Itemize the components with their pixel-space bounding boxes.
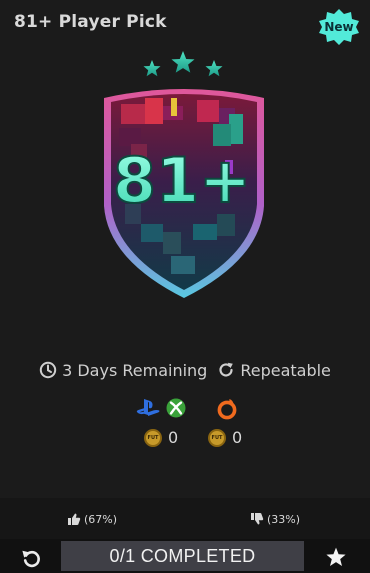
repeatable: Repeatable	[217, 361, 331, 380]
thumbs-down-icon	[251, 513, 264, 525]
time-remaining: 3 Days Remaining	[39, 361, 207, 380]
progress-status[interactable]: 0/1 COMPLETED	[61, 541, 304, 571]
playstation-icon	[136, 399, 160, 416]
console-platforms	[136, 398, 186, 418]
new-badge: New	[316, 8, 362, 46]
pc-platforms	[217, 398, 237, 420]
sbc-shield-image: 81+	[104, 89, 264, 298]
fut-coin-icon: FUT	[208, 428, 226, 447]
fut-coin-icon: FUT	[144, 428, 162, 447]
upvote-percent: (67%)	[84, 512, 118, 526]
star-icon	[171, 51, 195, 73]
reward-value: 0	[168, 428, 179, 447]
star-icon	[205, 60, 223, 77]
favorite-star-icon[interactable]	[325, 546, 347, 568]
meta-row: 3 Days Remaining Repeatable	[0, 356, 370, 384]
new-badge-label: New	[324, 20, 354, 34]
reset-icon[interactable]	[20, 547, 42, 569]
repeatable-label: Repeatable	[240, 360, 331, 380]
rewards: FUT 0 FUT 0	[0, 428, 370, 452]
card-actions: 0/1 COMPLETED	[0, 539, 370, 573]
origin-icon	[217, 399, 237, 420]
rating-stars	[143, 51, 223, 77]
time-remaining-label: 3 Days Remaining	[62, 360, 208, 380]
reward-item: FUT 0	[208, 428, 242, 447]
upvote-button[interactable]: (67%)	[67, 512, 117, 526]
shield-text: 81+	[113, 144, 251, 217]
downvote-percent: (33%)	[267, 512, 301, 526]
downvote-button[interactable]: (33%)	[250, 512, 300, 526]
card-title: 81+ Player Pick	[14, 12, 167, 32]
repeat-icon	[219, 362, 234, 377]
votes: (67%) (33%)	[0, 498, 370, 538]
xbox-icon	[166, 398, 186, 418]
thumbs-up-icon	[68, 513, 81, 525]
star-icon	[143, 60, 161, 77]
platforms	[0, 398, 370, 424]
reward-value: 0	[232, 428, 243, 447]
reward-item: FUT 0	[144, 428, 178, 447]
clock-icon	[39, 361, 57, 379]
sbc-card[interactable]: 81+ Player Pick New 81+ 3 Days Remaining…	[0, 0, 370, 573]
